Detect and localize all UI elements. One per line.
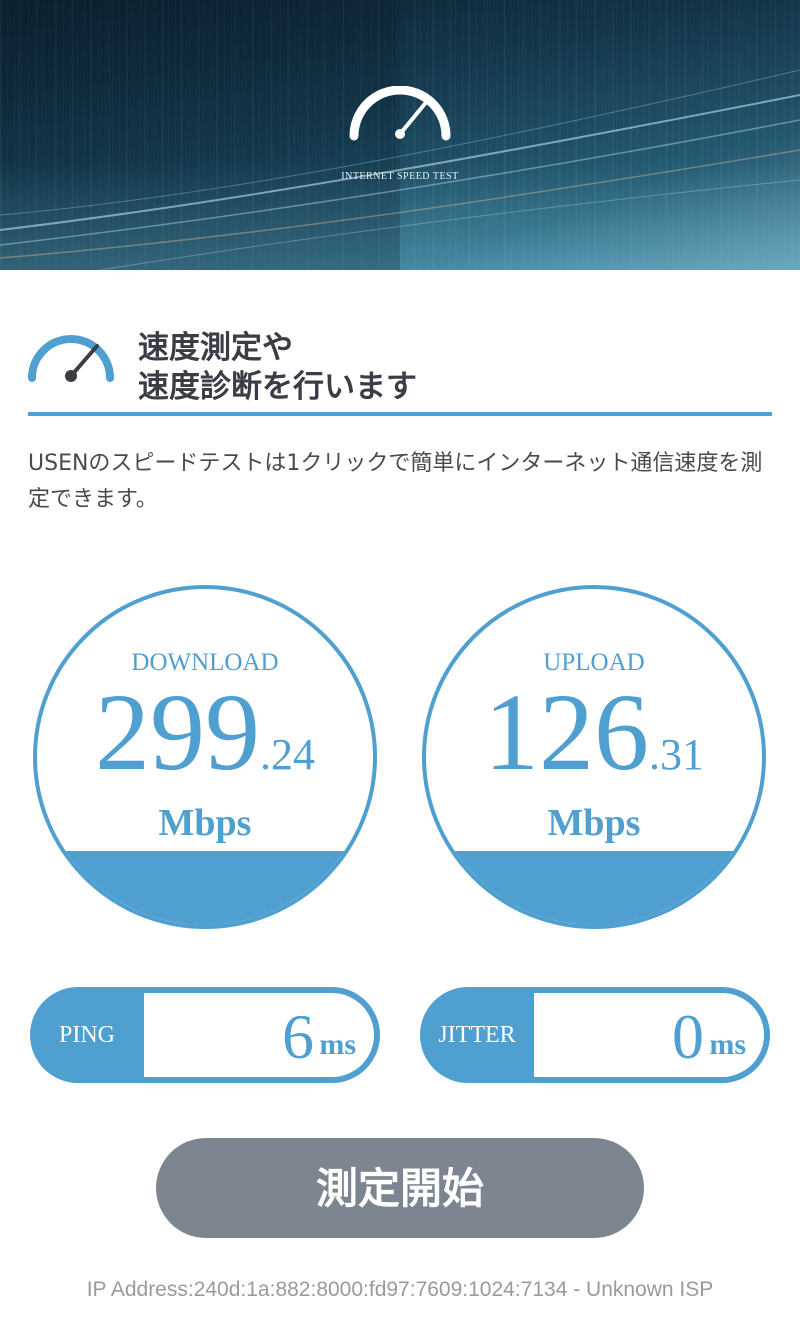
ping-result: PING 6 ms	[30, 987, 380, 1083]
upload-value: 126.31	[426, 677, 762, 787]
download-result: DOWNLOAD 299.24 Mbps	[33, 585, 377, 929]
heading-divider	[28, 412, 772, 416]
start-test-button[interactable]: 測定開始	[156, 1138, 644, 1238]
ip-address-text: IP Address:240d:1a:882:8000:fd97:7609:10…	[86, 1278, 714, 1301]
ping-value-box: 6 ms	[144, 993, 374, 1077]
jitter-unit: ms	[709, 1028, 746, 1061]
download-value-dec: .24	[260, 730, 315, 779]
upload-unit: Mbps	[547, 802, 641, 844]
upload-result: UPLOAD 126.31 Mbps	[422, 585, 766, 929]
jitter-label: JITTER	[438, 1022, 516, 1048]
ping-unit: ms	[319, 1028, 356, 1061]
speedometer-icon	[349, 86, 451, 141]
jitter-value: 0	[672, 1001, 704, 1072]
section-title: 速度測定や 速度診断を行います	[138, 329, 417, 407]
hero-caption: INTERNET SPEED TEST	[341, 171, 459, 182]
download-level-fill	[37, 851, 373, 925]
section-title-line1: 速度測定や	[138, 330, 293, 366]
upload-level-fill	[426, 851, 762, 925]
download-value-int: 299	[95, 671, 260, 793]
section-title-line2: 速度診断を行います	[138, 369, 417, 405]
download-unit: Mbps	[158, 802, 252, 844]
ping-value: 6	[282, 1001, 314, 1072]
jitter-value-box: 0 ms	[534, 993, 764, 1077]
download-value: 299.24	[37, 677, 373, 787]
speedometer-icon	[28, 335, 114, 382]
hero-banner: INTERNET SPEED TEST	[0, 0, 800, 270]
jitter-result: JITTER 0 ms	[420, 987, 770, 1083]
ping-label: PING	[58, 1022, 115, 1048]
section-description: USENのスピードテストは1クリックで簡単にインターネット通信速度を測定できます…	[28, 451, 763, 512]
upload-value-int: 126	[484, 671, 649, 793]
upload-value-dec: .31	[649, 730, 704, 779]
